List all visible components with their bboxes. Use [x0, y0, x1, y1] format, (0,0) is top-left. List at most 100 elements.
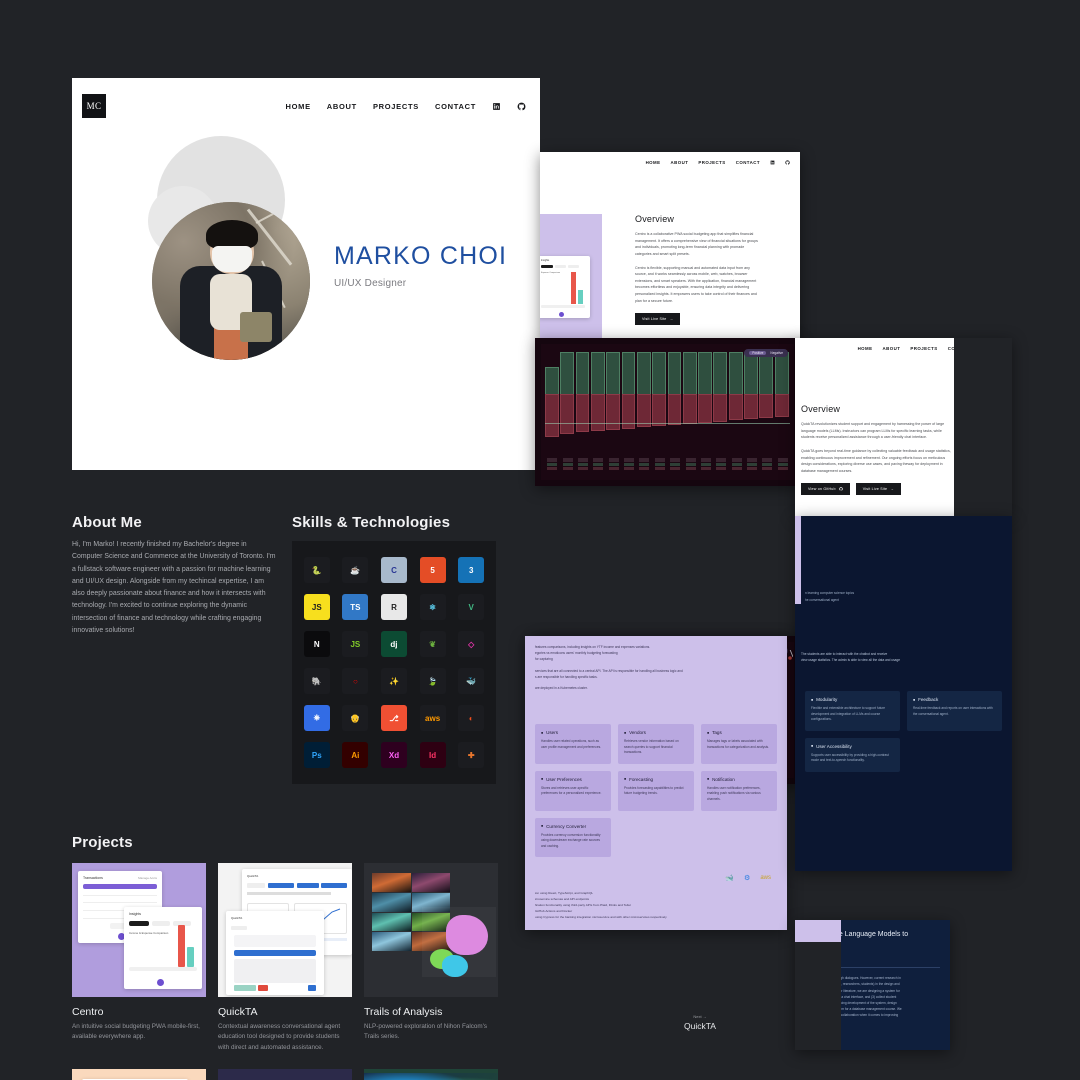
api-note-line: are deployed in a Kubernetes cluster. [535, 686, 588, 691]
bar-negative [698, 394, 712, 423]
kubernetes-icon: ⎈ [303, 705, 330, 731]
projects-section: Projects Transactions Manage Accts Insig… [72, 834, 498, 1080]
overview-paragraph: Centro is a collaborative PWA social bud… [635, 232, 758, 256]
chart-bar-column [713, 348, 728, 458]
tableau-icon: ✚ [458, 742, 485, 768]
feature-card-body: Flexible and extensible architecture to … [811, 706, 886, 722]
chart-bar-column [575, 348, 590, 458]
panel-navbar: HOME ABOUT PROJECTS CONTACT [540, 152, 800, 173]
axis-tick [653, 458, 667, 478]
feature-card: ■ Feedback Real-time feedback and reports … [907, 691, 1002, 731]
footer-next-project[interactable]: Next → QuickTA [650, 1014, 750, 1031]
visit-live-site-button[interactable]: Visit Live Site → [635, 313, 681, 326]
navbar: MC HOME ABOUT PROJECTS CONTACT [72, 78, 540, 124]
illustrator-icon: Ai [342, 742, 369, 768]
nav-link-about[interactable]: ABOUT [671, 160, 689, 165]
view-on-github-button[interactable]: View on GitHub [801, 483, 850, 496]
bar-negative [606, 394, 621, 430]
bar-negative [759, 394, 774, 419]
html5-icon: 5 [419, 557, 446, 583]
data-point-low [788, 656, 792, 660]
nav-link-home[interactable]: HOME [285, 102, 310, 111]
about-section: About Me Hi, I'm Marko! I recently finis… [72, 514, 278, 637]
aws-icon: aws [419, 705, 446, 731]
feature-card-header: ■ User Accessibility [811, 744, 894, 749]
jenkins-icon: 👴 [342, 705, 369, 731]
page-title: MARKO CHOI [334, 242, 508, 270]
feature-card: ■ Currency Converter Provides currency con… [535, 817, 611, 858]
chart-bar-column [728, 348, 743, 458]
project-card-centro[interactable]: Transactions Manage Accts Insights Incom… [72, 863, 206, 1053]
javascript-icon: JS [303, 594, 330, 620]
intro-line: n learning computer science topics [805, 591, 855, 595]
overview-paragraph: QuickTA revolutionizes student support a… [801, 422, 945, 440]
bar-negative [575, 394, 590, 432]
feature-card: ■ Forecasting Provides forecasting capabil… [618, 770, 694, 811]
chart-legend[interactable]: Positive Negative [744, 349, 788, 357]
adobe-xd-icon: Xd [380, 742, 407, 768]
panel-edge-mask [795, 942, 841, 1050]
legend-positive: Positive [749, 351, 767, 355]
next-js-icon: N [303, 631, 330, 657]
nav-links: HOME ABOUT PROJECTS CONTACT [285, 102, 526, 111]
figma-icon: ◐ [458, 705, 485, 731]
nav-link-about[interactable]: ABOUT [883, 346, 901, 351]
photoshop-icon: Ps [303, 742, 330, 768]
panel-accent-block [795, 920, 841, 942]
accessibility-icon: ■ [811, 744, 814, 749]
project-thumbnail[interactable] [218, 1069, 352, 1080]
kubernetes-icon: ⚙ [744, 875, 751, 882]
logo[interactable]: MC [82, 94, 106, 118]
github-icon[interactable] [785, 160, 790, 165]
nav-link-projects[interactable]: PROJECTS [698, 160, 725, 165]
button-label: Visit Live Site [642, 317, 667, 322]
linkedin-icon[interactable] [492, 102, 501, 111]
feature-card-title: Feedback [918, 697, 939, 702]
chart-bar-column [744, 348, 758, 458]
nav-link-home[interactable]: HOME [646, 160, 661, 165]
feature-card-body: Stores and retrieves user-specific prefe… [541, 785, 602, 796]
nav-link-contact[interactable]: CONTACT [736, 160, 760, 165]
project-name: QuickTA [218, 1006, 258, 1018]
github-icon[interactable] [517, 102, 526, 111]
node-js-icon: JS [342, 631, 369, 657]
portfolio-page: MC HOME ABOUT PROJECTS CONTACT MARKO CHO… [72, 78, 540, 1080]
nav-link-about[interactable]: ABOUT [327, 102, 357, 111]
nav-link-projects[interactable]: PROJECTS [910, 346, 937, 351]
nav-link-home[interactable]: HOME [858, 346, 873, 351]
projects-grid-row2 [72, 1069, 498, 1080]
nav-link-projects[interactable]: PROJECTS [373, 102, 419, 111]
feedback-icon: ■ [913, 697, 916, 702]
feature-card-header: ■ Notification [707, 777, 771, 782]
oracle-icon: ○ [342, 668, 369, 694]
linkedin-icon[interactable] [770, 160, 775, 165]
feature-card-header: ■ Users [541, 730, 605, 735]
feature-card-title: Tags [712, 730, 722, 735]
nav-link-contact[interactable]: CONTACT [435, 102, 476, 111]
centro-tech-notes: features comparisons, including insights… [535, 644, 777, 691]
button-label: Visit Live Site [862, 487, 888, 492]
centro-overview-content: Overview Centro is a collaborative PWA s… [635, 214, 759, 326]
axis-tick [745, 458, 759, 478]
quickta-overview-panel: HOME ABOUT PROJECTS CONTACT Overview Qui… [795, 338, 1012, 516]
feature-card-header: ■ Forecasting [624, 777, 688, 782]
hero-subtitle: UI/UX Designer [334, 278, 407, 289]
bar-negative [590, 394, 605, 431]
chart-plot-area: Positive Negative [541, 344, 794, 480]
feature-card-header: ■ Modularity [811, 697, 894, 702]
axis-tick [668, 458, 682, 478]
postgresql-icon: 🐘 [303, 668, 330, 694]
chart-bar-column [545, 348, 559, 458]
django-icon: dj [380, 631, 407, 657]
project-card-quickta[interactable]: QuickTA QuickTA QuickTA Contextual aware… [218, 863, 352, 1053]
project-thumbnail[interactable] [72, 1069, 206, 1080]
screenshot-root: MC HOME ABOUT PROJECTS CONTACT MARKO CHO… [0, 0, 1080, 1080]
java-icon: ☕ [342, 557, 369, 583]
project-thumbnail[interactable] [364, 1069, 498, 1080]
about-body: Hi, I'm Marko! I recently finished my Ba… [72, 541, 276, 634]
modularity-icon: ■ [811, 697, 814, 702]
feature-card-body: Real-time feedback and reports on user i… [913, 706, 993, 716]
project-card-trails[interactable]: Trails of Analysis NLP-powered explorati… [364, 863, 498, 1053]
visit-live-site-button[interactable]: Visit Live Site → [855, 483, 902, 496]
quickta-body: The students are able to interact with t… [801, 651, 1002, 664]
